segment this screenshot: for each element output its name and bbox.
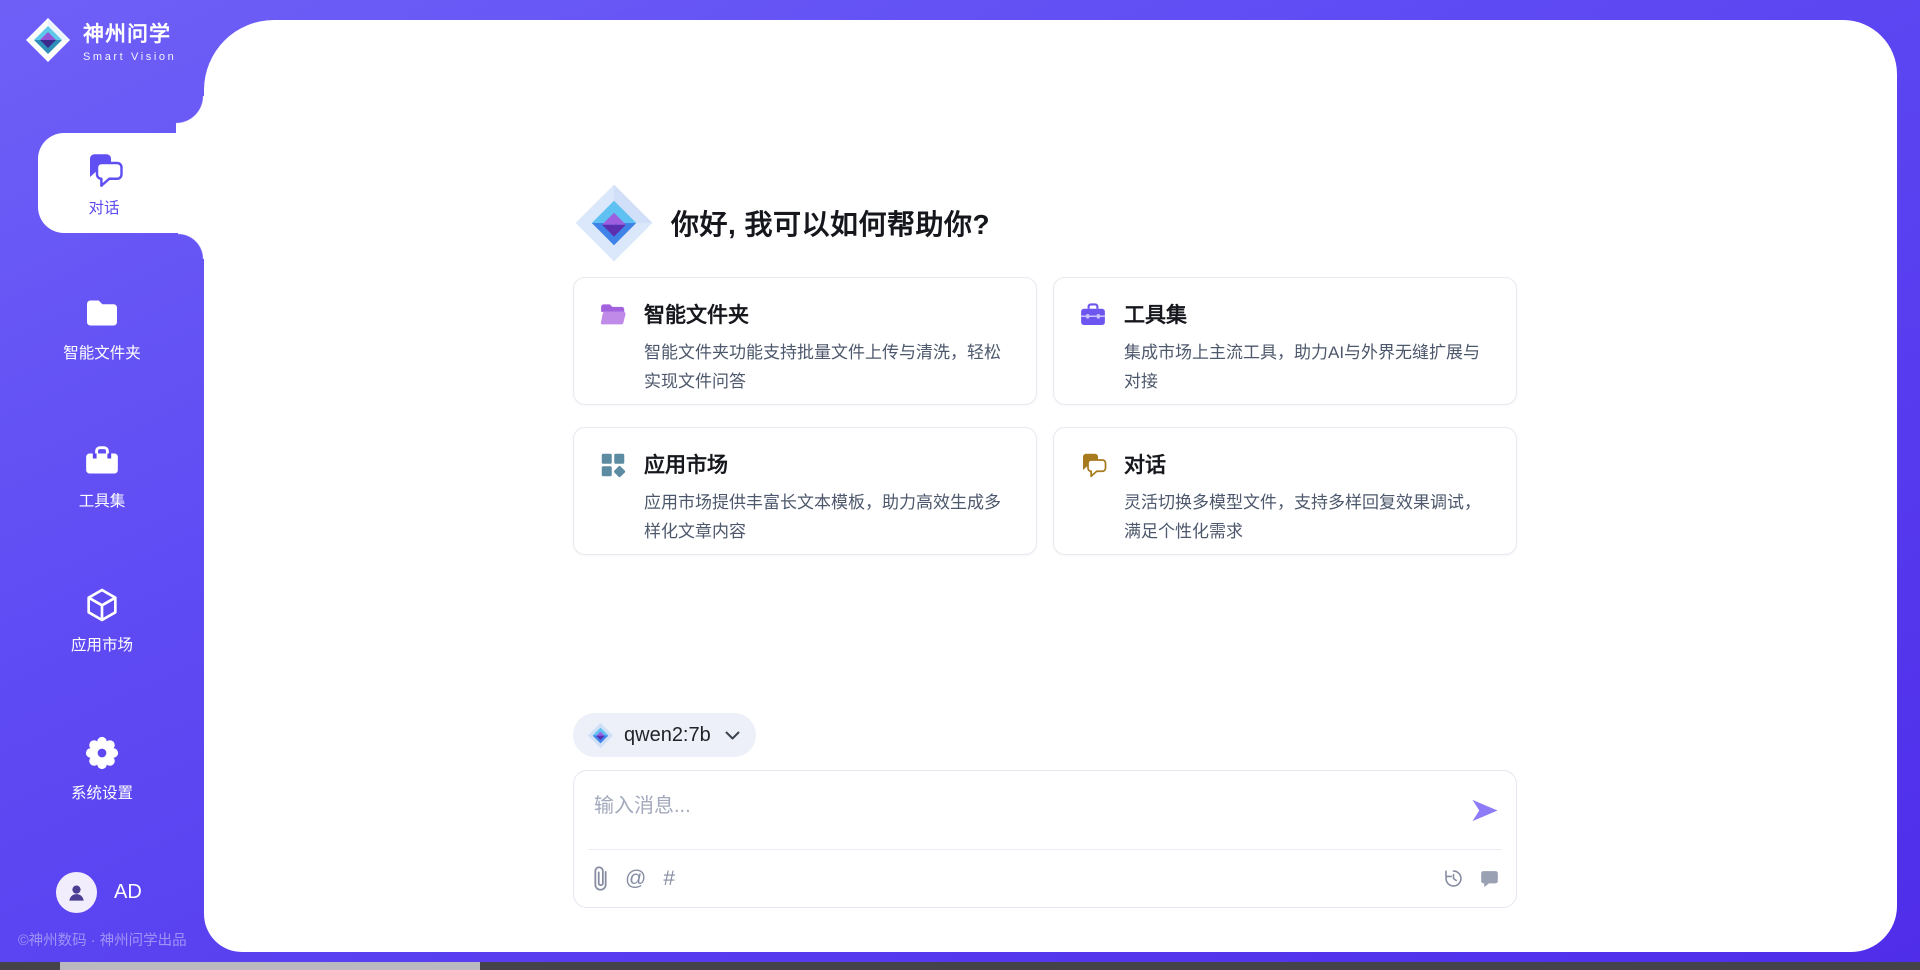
chat-solid-icon (1479, 868, 1500, 889)
copyright-text: ©神州数码 · 神州问学出品 (18, 929, 187, 950)
brand-logo-icon (24, 16, 72, 64)
sidebar-item-label: 工具集 (79, 489, 126, 511)
briefcase-icon (82, 441, 122, 481)
sidebar: 神州问学 Smart Vision 对话 智能文件夹 (0, 0, 204, 970)
card-title: 工具集 (1124, 299, 1486, 329)
model-logo-icon (587, 722, 614, 749)
sidebar-item-label: 智能文件夹 (63, 341, 141, 363)
assistant-logo-icon (573, 182, 655, 264)
topic-button[interactable]: # (663, 867, 675, 891)
attach-file-button[interactable] (593, 865, 608, 892)
history-icon (1443, 868, 1464, 889)
message-composer: @ # (573, 770, 1517, 908)
sidebar-item-label: 对话 (88, 196, 119, 218)
mention-button[interactable]: @ (625, 867, 646, 891)
brand: 神州问学 Smart Vision (24, 16, 176, 64)
sidebar-item-label: 应用市场 (71, 633, 133, 655)
user-initials: AD (114, 881, 142, 904)
sidebar-item-chat[interactable]: 对话 (38, 133, 204, 233)
message-input[interactable] (574, 771, 1460, 849)
brand-name: 神州问学 (83, 18, 176, 48)
card-app-market[interactable]: 应用市场 应用市场提供丰富长文本模板，助力高效生成多样化文章内容 (573, 427, 1037, 555)
scrollbar-thumb[interactable] (60, 962, 480, 970)
chat-bubbles-icon (83, 149, 125, 191)
send-icon (1470, 798, 1500, 823)
new-chat-button[interactable] (1479, 868, 1500, 889)
chevron-down-icon (725, 731, 740, 740)
folder-icon (82, 293, 122, 333)
feature-cards: 智能文件夹 智能文件夹功能支持批量文件上传与清洗，轻松实现文件问答 工具集 (573, 277, 1517, 555)
model-selector[interactable]: qwen2:7b (573, 713, 756, 757)
folder-open-icon (598, 300, 628, 330)
horizontal-scrollbar (0, 962, 1920, 970)
model-name: qwen2:7b (624, 724, 711, 747)
card-toolset[interactable]: 工具集 集成市场上主流工具，助力AI与外界无缝扩展与对接 (1053, 277, 1517, 405)
card-smart-folder[interactable]: 智能文件夹 智能文件夹功能支持批量文件上传与清洗，轻松实现文件问答 (573, 277, 1037, 405)
card-chat[interactable]: 对话 灵活切换多模型文件，支持多样回复效果调试，满足个性化需求 (1053, 427, 1517, 555)
card-description: 智能文件夹功能支持批量文件上传与清洗，轻松实现文件问答 (644, 338, 1006, 396)
sidebar-item-label: 系统设置 (71, 781, 133, 803)
app-window: 神州问学 Smart Vision 对话 智能文件夹 (0, 0, 1920, 970)
gear-icon (82, 733, 122, 773)
paperclip-icon (593, 865, 608, 892)
sidebar-item-settings[interactable]: 系统设置 (0, 733, 204, 803)
send-button[interactable] (1470, 798, 1500, 823)
app-grid-icon (598, 450, 628, 480)
sidebar-item-app-market[interactable]: 应用市场 (0, 585, 204, 655)
card-description: 灵活切换多模型文件，支持多样回复效果调试，满足个性化需求 (1124, 488, 1486, 546)
main-panel: 你好, 我可以如何帮助你? 智能文件夹 智能文件夹功能支持批量文件上传与清洗，轻… (204, 20, 1897, 952)
card-title: 应用市场 (644, 449, 1006, 479)
at-sign-icon: @ (625, 867, 646, 891)
avatar (56, 872, 97, 913)
hash-icon: # (663, 867, 675, 891)
tab-curve-bottom (178, 233, 204, 259)
card-title: 智能文件夹 (644, 299, 1006, 329)
person-icon (65, 881, 88, 904)
tab-curve-top (176, 96, 204, 133)
cube-icon (82, 585, 122, 625)
sidebar-item-smart-folder[interactable]: 智能文件夹 (0, 293, 204, 363)
greeting-text: 你好, 我可以如何帮助你? (671, 203, 990, 243)
brand-subtitle: Smart Vision (83, 51, 176, 63)
card-title: 对话 (1124, 449, 1486, 479)
sidebar-item-toolset[interactable]: 工具集 (0, 441, 204, 511)
user-profile[interactable]: AD (56, 872, 142, 913)
briefcase-icon (1078, 300, 1108, 330)
greeting: 你好, 我可以如何帮助你? (573, 182, 990, 264)
chat-bubbles-icon (1078, 450, 1108, 480)
card-description: 应用市场提供丰富长文本模板，助力高效生成多样化文章内容 (644, 488, 1006, 546)
card-description: 集成市场上主流工具，助力AI与外界无缝扩展与对接 (1124, 338, 1486, 396)
history-button[interactable] (1443, 868, 1464, 889)
